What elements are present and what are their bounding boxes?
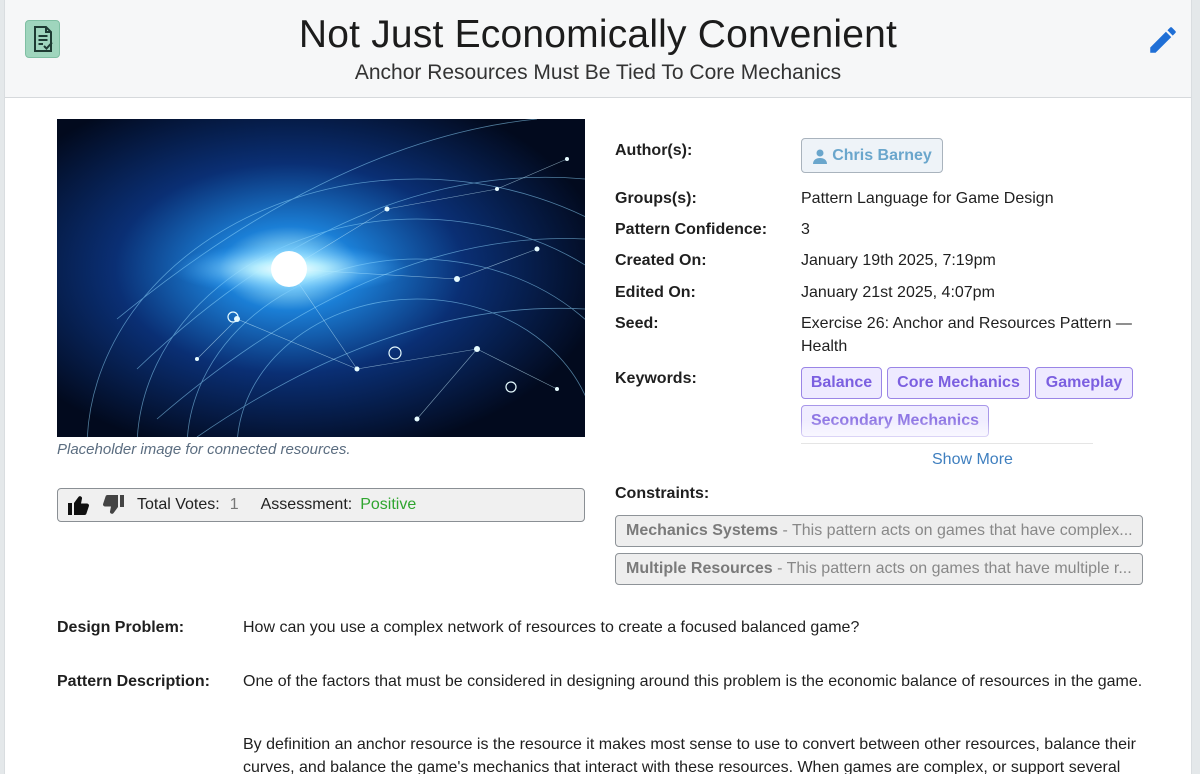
created-value: January 19th 2025, 7:19pm [801,252,996,269]
edited-value: January 21st 2025, 4:07pm [801,284,995,301]
person-icon [812,148,828,164]
show-more-link[interactable]: Show More [932,451,1013,469]
keyword-chip[interactable]: Gameplay [1035,367,1133,399]
groups-value: Pattern Language for Game Design [801,190,1054,207]
keyword-chip[interactable]: Balance [801,367,882,399]
edited-label: Edited On: [615,284,696,301]
pencil-icon [1150,27,1176,53]
design-problem-label: Design Problem: [57,619,185,636]
image-caption: Placeholder image for connected resource… [57,441,351,458]
authors-label: Author(s): [615,142,693,159]
keywords-label: Keywords: [615,370,697,387]
seed-label: Seed: [615,315,659,332]
keywords-divider [801,443,1093,444]
pattern-image [57,119,585,437]
constraint-text: Multiple Resources - This pattern acts o… [626,560,1132,577]
constraint-item[interactable]: Mechanics Systems - This pattern acts on… [615,515,1143,547]
pattern-description-paragraph: One of the factors that must be consider… [243,673,1143,690]
pattern-description-label: Pattern Description: [57,673,210,690]
assessment-value: Positive [360,496,417,513]
author-chip[interactable]: Chris Barney [801,138,943,173]
edit-button[interactable] [1145,22,1181,58]
thumbs-down-icon[interactable] [101,493,125,517]
groups-label: Groups(s): [615,190,697,207]
page-header: Not Just Economically Convenient Anchor … [5,0,1191,98]
page-title: Not Just Economically Convenient [298,13,898,56]
network-globe-image [57,119,585,437]
assessment-label: Assessment: [260,496,353,513]
keywords-fade-overlay [801,420,1093,444]
constraint-item[interactable]: Multiple Resources - This pattern acts o… [615,553,1143,585]
constraint-text: Mechanics Systems - This pattern acts on… [626,522,1133,539]
pattern-page: Not Just Economically Convenient Anchor … [4,0,1192,774]
pattern-description-paragraph: By definition an anchor resource is the … [243,736,1136,774]
total-votes-value: 1 [229,496,239,513]
vote-bar: Total Votes: 1 Assessment: Positive [57,488,585,522]
constraints-label: Constraints: [615,485,710,502]
thumbs-up-icon[interactable] [67,493,91,517]
page-subtitle: Anchor Resources Must Be Tied To Core Me… [354,61,842,84]
confidence-value: 3 [801,221,810,238]
seed-value: Exercise 26: Anchor and Resources Patter… [801,315,1132,355]
author-name: Chris Barney [832,146,932,164]
keyword-chip[interactable]: Core Mechanics [887,367,1030,399]
created-label: Created On: [615,252,707,269]
confidence-label: Pattern Confidence: [615,221,768,238]
total-votes-label: Total Votes: [137,496,220,513]
design-problem-text: How can you use a complex network of res… [243,619,860,636]
